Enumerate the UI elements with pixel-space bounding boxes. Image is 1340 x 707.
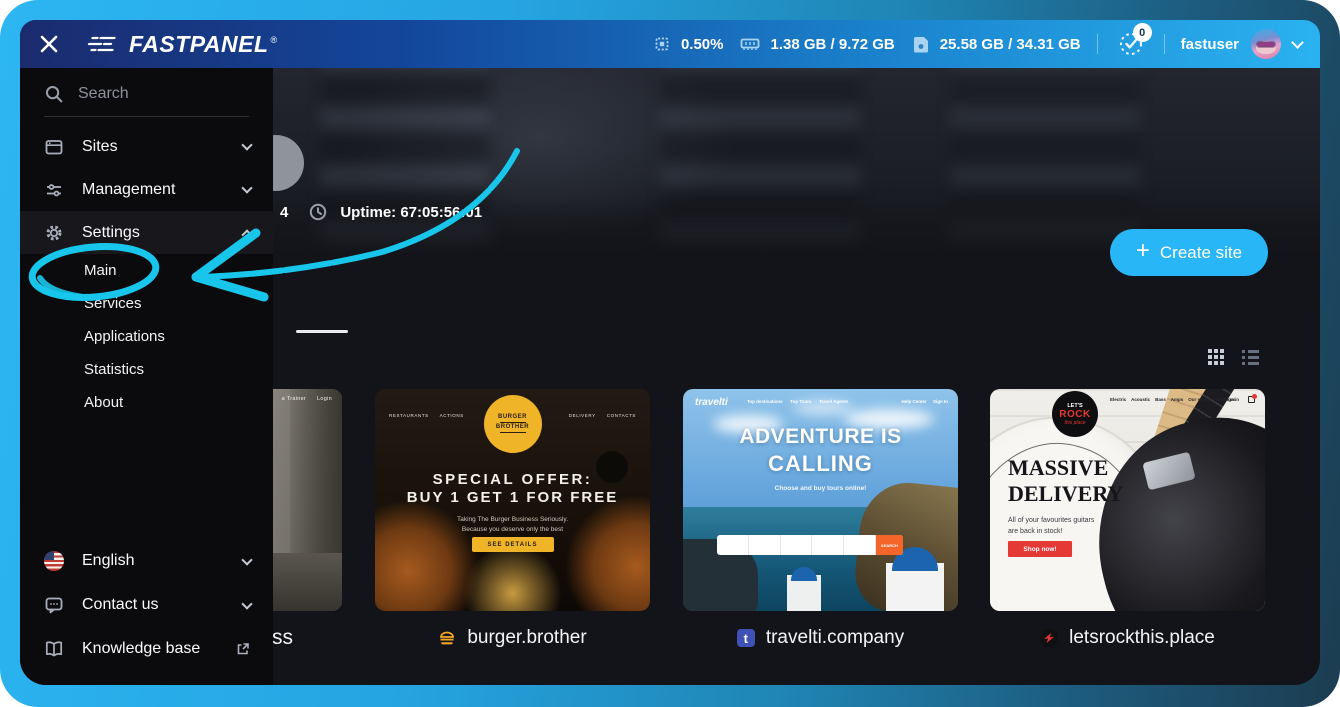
ram-icon (739, 34, 761, 54)
chevron-up-icon (241, 229, 252, 240)
disk-stat: 25.58 GB / 34.31 GB (911, 34, 1081, 54)
screenshot-stage: 4 Uptime: 67:05:56:01 + Create site (0, 0, 1340, 707)
tasks-indicator[interactable]: 0 (1114, 27, 1148, 61)
site-card-burger-brother[interactable]: RESTAURANTS ACTIONS DELIVERY CONTACTS BU… (375, 389, 650, 611)
ram-value: 1.38 GB / 9.72 GB (770, 36, 894, 53)
view-toggles (1208, 349, 1259, 365)
burger-thumb-nav-left: RESTAURANTS ACTIONS (389, 413, 464, 418)
contact-us-item[interactable]: Contact us (20, 583, 273, 627)
chat-icon (44, 595, 64, 615)
submenu-item-services[interactable]: Services (20, 287, 273, 320)
cpu-value: 0.50% (681, 36, 724, 53)
site-name-letsrockthis[interactable]: letsrockthis.place (990, 624, 1265, 652)
fastpanel-logo-icon (86, 32, 120, 56)
management-icon (44, 180, 64, 200)
book-icon (44, 639, 64, 659)
sidebar-item-management[interactable]: Management (20, 168, 273, 211)
cpu-count: 4 (280, 204, 288, 221)
chevron-down-icon (241, 598, 252, 609)
grid-view-icon[interactable] (1208, 349, 1224, 365)
separator (1164, 34, 1165, 54)
clock-icon (308, 202, 328, 222)
external-link-icon (235, 641, 251, 657)
travelti-logo: travelti (695, 397, 728, 408)
site-card-letsrockthis[interactable]: LET'S ROCK this place Electric Acoustic … (990, 389, 1265, 611)
gear-icon (44, 223, 64, 243)
travelti-search-bar: SEARCH (717, 535, 903, 555)
tasks-count-badge: 0 (1133, 23, 1152, 42)
ram-stat: 1.38 GB / 9.72 GB (739, 34, 894, 54)
sidebar: Sites Management (20, 68, 273, 685)
close-icon[interactable] (38, 33, 60, 55)
user-menu[interactable]: fastuser (1181, 29, 1302, 59)
submenu-item-statistics[interactable]: Statistics (20, 353, 273, 386)
travelti-thumb-nav: Top destinations Top Tours Travel Agents (747, 399, 848, 404)
letsrock-headline: MASSIVE DELIVERY (1008, 455, 1123, 508)
travelti-favicon: t (737, 629, 755, 647)
uptime-text: Uptime: 67:05:56:01 (340, 204, 482, 221)
cart-icon (1248, 396, 1255, 403)
chevron-down-icon (241, 139, 252, 150)
burger-favicon (438, 629, 456, 647)
burger-headline-2: BUY 1 GET 1 FOR FREE (375, 489, 650, 506)
letsrock-thumb-nav: Electric Acoustic Bass Amps Our stores A… (1110, 397, 1235, 402)
disk-value: 25.58 GB / 34.31 GB (940, 36, 1081, 53)
travelti-thumb-nav-right: Help Center Sign In (901, 399, 948, 404)
sidebar-item-sites[interactable]: Sites (20, 125, 273, 168)
sidebar-search (44, 84, 249, 117)
partial-tab-underline (296, 330, 348, 333)
knowledge-base-link[interactable]: Knowledge base (20, 627, 273, 671)
letsrock-cta-button: Shop now! (1008, 541, 1072, 557)
submenu-item-main[interactable]: Main (20, 254, 273, 287)
username: fastuser (1181, 36, 1239, 53)
settings-submenu: Main Services Applications Statistics Ab… (20, 254, 273, 419)
separator (1097, 34, 1098, 54)
topbar: FASTPANEL® 0.50% (20, 20, 1320, 68)
letsrock-subtext: All of your favourites guitars are back … (1008, 515, 1094, 537)
list-view-icon[interactable] (1242, 350, 1259, 365)
letsrock-logo: LET'S ROCK this place (1052, 391, 1098, 437)
create-site-label: Create site (1160, 243, 1242, 263)
us-flag-icon (44, 551, 64, 571)
fastpanel-logo[interactable]: FASTPANEL® (86, 31, 278, 58)
letsrock-thumb-nav-right: Sign in (1224, 397, 1239, 402)
letsrock-favicon (1040, 629, 1058, 647)
submenu-item-applications[interactable]: Applications (20, 320, 273, 353)
sites-icon (44, 137, 64, 157)
disk-icon (911, 34, 931, 54)
create-site-button[interactable]: + Create site (1110, 229, 1268, 276)
travelti-subtext: Choose and buy tours online! (683, 485, 958, 492)
site-card-travelti[interactable]: travelti Top destinations Top Tours Trav… (683, 389, 958, 611)
server-stats-row: 4 Uptime: 67:05:56:01 (280, 202, 482, 222)
sidebar-bottom: English Contact us Knowled (20, 539, 273, 671)
logo-text: FASTPANEL® (129, 31, 278, 58)
user-avatar (1251, 29, 1281, 59)
burger-cta-button: SEE DETAILS (472, 537, 554, 552)
fitness-thumb-nav: a Trainer Login (282, 396, 332, 402)
cpu-stat: 0.50% (652, 34, 724, 54)
burger-thumb-nav-right: DELIVERY CONTACTS (569, 413, 636, 418)
burger-headline-1: SPECIAL OFFER: (375, 471, 650, 488)
fastpanel-window: 4 Uptime: 67:05:56:01 + Create site (20, 20, 1320, 685)
travelti-headline-1: ADVENTURE IS (683, 425, 958, 449)
site-name-partial[interactable]: ss (272, 624, 293, 652)
burger-brother-logo: BURGER BROTHER (484, 395, 542, 453)
submenu-item-about[interactable]: About (20, 386, 273, 419)
site-name-travelti[interactable]: t travelti.company (683, 624, 958, 652)
burger-subtext: Taking The Burger Business Seriously. Be… (375, 515, 650, 535)
sidebar-item-settings[interactable]: Settings (20, 211, 273, 254)
site-name-burger-brother[interactable]: burger.brother (375, 624, 650, 652)
language-selector[interactable]: English (20, 539, 273, 583)
chevron-down-icon (1291, 36, 1304, 49)
plus-icon: + (1136, 237, 1150, 265)
chevron-down-icon (241, 554, 252, 565)
search-input[interactable] (78, 85, 228, 103)
cpu-icon (652, 34, 672, 54)
search-icon (44, 84, 64, 104)
chevron-down-icon (241, 182, 252, 193)
travelti-headline-2: CALLING (683, 451, 958, 477)
travelti-search-button: SEARCH (876, 535, 903, 555)
